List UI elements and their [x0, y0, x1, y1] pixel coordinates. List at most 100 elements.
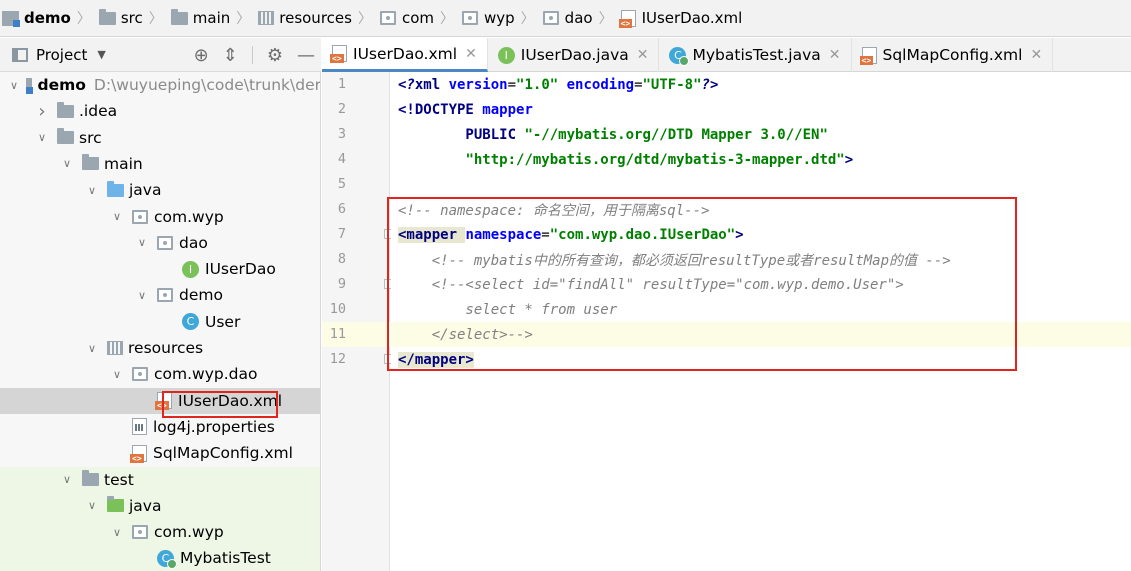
code-line: <!-- mybatis中的所有查询，都必须返回resultType或者resu… — [391, 247, 1131, 272]
code-line: <!DOCTYPE mapper — [391, 97, 1131, 122]
line-number: 10 — [329, 301, 346, 317]
package-icon — [132, 367, 148, 382]
editor-tab[interactable]: C MybatisTest.java ✕ — [659, 38, 852, 72]
tree-node[interactable]: ∨ resources — [0, 335, 320, 361]
tree-node[interactable]: ∨ java — [0, 492, 320, 519]
tree-node-label: java — [129, 496, 162, 515]
xml-file-icon — [859, 46, 877, 65]
line-number: 8 — [337, 251, 346, 267]
tree-node[interactable]: ∨ com.wyp — [0, 204, 320, 230]
test-class-icon: C — [669, 46, 690, 66]
chevron-down-icon[interactable]: ∨ — [85, 342, 99, 355]
chevron-down-icon[interactable]: ∨ — [110, 368, 124, 381]
folder-icon — [82, 470, 99, 486]
breadcrumb-label: dao — [564, 9, 593, 27]
tree-node[interactable]: ∨ test — [0, 466, 320, 493]
tree-node[interactable]: ›CMybatisTest — [0, 545, 320, 571]
code-token: <!DOCTYPE — [398, 101, 483, 118]
code-line: "http://mybatis.org/dtd/mybatis-3-mapper… — [391, 147, 1131, 172]
breadcrumb-label: src — [120, 9, 143, 27]
project-view-selector[interactable]: Project ▼ — [12, 46, 106, 64]
chevron-down-icon[interactable]: ∨ — [85, 184, 99, 197]
breadcrumb-item[interactable]: IUserDao.xml — [618, 0, 742, 37]
code-token: namespace — [465, 226, 542, 243]
close-icon[interactable]: ✕ — [1030, 47, 1042, 63]
tree-node[interactable]: ›log4j.properties — [0, 414, 320, 440]
code-token: <!-- namespace: 命名空间，用于隔离sql--> — [398, 202, 710, 219]
breadcrumb-item[interactable]: com 〉 — [379, 0, 462, 37]
project-tree[interactable]: ∨ demo D:\wuyueping\code\trunk\der › .idea ∨ s… — [0, 72, 321, 571]
breadcrumb-item[interactable]: demo 〉 — [2, 0, 99, 37]
code-token: </select>--> — [398, 326, 533, 343]
line-number: 9 — [337, 276, 346, 292]
tree-node[interactable]: ›IIUserDao — [0, 256, 320, 282]
code-line: </select>--> — [391, 322, 1131, 347]
chevron-right-icon: 〉 — [520, 11, 535, 27]
chevron-down-icon: ▼ — [97, 48, 106, 61]
code-token: encoding — [566, 76, 635, 93]
code-line: <!-- namespace: 命名空间，用于隔离sql--> — [391, 197, 1131, 222]
code-token: "1.0" — [516, 76, 559, 93]
chevron-down-icon[interactable]: ∨ — [110, 210, 124, 223]
tree-node-label: test — [104, 470, 134, 489]
tree-node[interactable]: ∨ java — [0, 177, 320, 203]
project-panel-title: Project — [36, 45, 88, 64]
tree-node-path: D:\wuyueping\code\trunk\der — [93, 76, 321, 94]
chevron-down-icon[interactable]: ∨ — [135, 236, 149, 249]
chevron-down-icon[interactable]: ∨ — [10, 79, 18, 92]
tree-node[interactable]: ∨ dao — [0, 230, 320, 256]
toolbar-divider — [251, 46, 253, 64]
breadcrumb-item[interactable]: resources 〉 — [258, 0, 380, 37]
locate-icon[interactable]: ⊕ — [194, 45, 209, 66]
chevron-down-icon[interactable]: ∨ — [85, 499, 99, 512]
tree-node[interactable]: ∨ demo D:\wuyueping\code\trunk\der — [0, 72, 321, 98]
package-icon — [132, 525, 148, 540]
editor-tab-bar: IUserDao.xml✕IIUserDao.java✕CMybatisTest… — [322, 38, 1131, 72]
editor-tab[interactable]: I IUserDao.java ✕ — [488, 38, 660, 72]
tree-node[interactable]: ›CUser — [0, 309, 320, 335]
tree-node[interactable]: ∨ demo — [0, 282, 320, 308]
tree-node[interactable]: › .idea — [0, 98, 320, 124]
tree-node-label: src — [79, 128, 102, 147]
breadcrumb: demo 〉 src 〉 main 〉 resources 〉 com 〉 wyp 〉 dao 〉 IUse… — [0, 0, 1131, 37]
line-number: 1 — [337, 76, 346, 92]
close-icon[interactable]: ✕ — [465, 46, 477, 62]
tree-node-label: .idea — [79, 102, 118, 121]
close-icon[interactable]: ✕ — [637, 47, 649, 63]
code-token: = — [634, 76, 643, 93]
project-icon — [12, 47, 28, 62]
breadcrumb-item[interactable]: main 〉 — [170, 0, 258, 37]
tree-node[interactable]: ∨ com.wyp.dao — [0, 361, 320, 387]
breadcrumb-item[interactable]: src 〉 — [98, 0, 171, 37]
chevron-down-icon[interactable]: ∨ — [35, 131, 49, 144]
editor-tab[interactable]: SqlMapConfig.xml ✕ — [852, 38, 1054, 72]
code-line: </mapper> — [391, 347, 1131, 372]
tree-node[interactable]: ›SqlMapConfig.xml — [0, 440, 320, 466]
code-editor[interactable]: <? xml version = "1.0" encoding = "UTF-8" ?> <!… — [391, 72, 1131, 571]
code-token: PUBLIC — [398, 126, 525, 143]
package-icon — [379, 11, 396, 25]
close-icon[interactable]: ✕ — [829, 47, 841, 63]
chevron-right-icon[interactable]: › — [35, 101, 49, 122]
tree-node-label: demo — [37, 76, 86, 94]
code-token: select * from user — [398, 301, 618, 318]
xml-file-icon — [330, 45, 347, 63]
editor-tab[interactable]: IUserDao.xml ✕ — [322, 38, 488, 72]
breadcrumb-item[interactable]: wyp 〉 — [462, 0, 543, 37]
chevron-down-icon[interactable]: ∨ — [60, 157, 74, 170]
gear-icon[interactable]: ⚙ — [267, 45, 283, 66]
tree-node-label: com.wyp — [154, 207, 224, 226]
tree-node[interactable]: ∨ com.wyp — [0, 519, 320, 546]
tree-node[interactable]: ∨ main — [0, 151, 320, 177]
folder-icon — [170, 8, 188, 25]
chevron-down-icon[interactable]: ∨ — [135, 289, 149, 302]
line-number: 2 — [337, 101, 346, 117]
tree-node[interactable]: ∨ src — [0, 125, 320, 151]
tree-node-label: User — [205, 312, 241, 331]
chevron-down-icon[interactable]: ∨ — [60, 473, 74, 486]
minimize-icon[interactable]: — — [297, 45, 315, 66]
breadcrumb-item[interactable]: dao 〉 — [542, 0, 621, 37]
package-icon — [542, 11, 559, 25]
collapse-icon[interactable]: ⇕ — [223, 45, 238, 66]
chevron-down-icon[interactable]: ∨ — [110, 526, 124, 539]
